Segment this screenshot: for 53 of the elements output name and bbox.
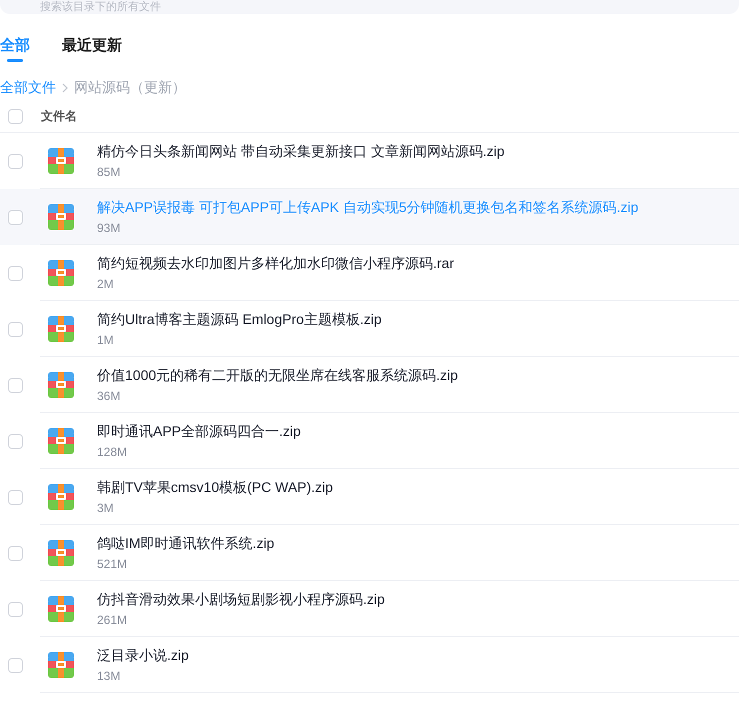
file-size: 521M (97, 557, 128, 571)
archive-icon (48, 652, 74, 678)
row-checkbox[interactable] (8, 154, 23, 168)
file-size: 2M (97, 277, 115, 291)
file-row[interactable]: 即时通讯APP全部源码四合一.zip 128M (0, 413, 739, 469)
archive-icon (48, 428, 74, 454)
row-checkbox[interactable] (8, 210, 23, 224)
file-row[interactable]: 泛目录小说.zip 13M (0, 637, 739, 693)
archive-icon (48, 372, 74, 398)
file-name[interactable]: 韩剧TV苹果cmsv10模板(PC WAP).zip (97, 479, 333, 497)
file-name[interactable]: 仿抖音滑动效果小剧场短剧影视小程序源码.zip (97, 591, 385, 609)
file-name[interactable]: 价值1000元的稀有二开版的无限坐席在线客服系统源码.zip (97, 367, 458, 385)
file-row[interactable]: 简约Ultra博客主题源码 EmlogPro主题模板.zip 1M (0, 301, 739, 357)
file-size: 13M (97, 669, 122, 683)
file-size: 93M (97, 221, 122, 235)
file-size: 85M (97, 165, 122, 179)
row-checkbox[interactable] (8, 546, 23, 560)
file-row[interactable]: 价值1000元的稀有二开版的无限坐席在线客服系统源码.zip 36M (0, 357, 739, 413)
archive-icon (48, 540, 74, 566)
row-checkbox[interactable] (8, 602, 23, 616)
file-size: 1M (97, 333, 115, 347)
file-name[interactable]: 简约Ultra博客主题源码 EmlogPro主题模板.zip (97, 311, 382, 329)
archive-icon (48, 260, 74, 286)
file-row[interactable]: 简约短视频去水印加图片多样化加水印微信小程序源码.rar 2M (0, 245, 739, 301)
file-name[interactable]: 泛目录小说.zip (97, 647, 189, 665)
row-checkbox[interactable] (8, 490, 23, 504)
row-checkbox[interactable] (8, 322, 23, 336)
file-row[interactable]: 鸽哒IM即时通讯软件系统.zip 521M (0, 525, 739, 581)
archive-icon (48, 596, 74, 622)
file-name[interactable]: 鸽哒IM即时通讯软件系统.zip (97, 535, 274, 553)
tab[interactable]: 最近更新 (62, 34, 122, 64)
file-name[interactable]: 简约短视频去水印加图片多样化加水印微信小程序源码.rar (97, 255, 454, 273)
archive-icon (48, 484, 74, 510)
file-name[interactable]: 精仿今日头条新闻网站 带自动采集更新接口 文章新闻网站源码.zip (97, 143, 505, 161)
select-all-checkbox[interactable] (8, 108, 23, 124)
file-size: 128M (97, 445, 128, 459)
archive-icon (48, 204, 74, 230)
archive-icon (48, 316, 74, 342)
search-field[interactable]: 搜索该目录下的所有文件 (0, 0, 739, 14)
row-checkbox[interactable] (8, 378, 23, 392)
column-header: 文件名 (41, 108, 77, 124)
chevron-right-icon (62, 83, 68, 93)
archive-icon (48, 148, 74, 174)
row-checkbox[interactable] (8, 434, 23, 448)
file-name[interactable]: 即时通讯APP全部源码四合一.zip (97, 423, 301, 441)
file-size: 36M (97, 389, 122, 403)
file-size: 261M (97, 613, 128, 627)
file-row[interactable]: 仿抖音滑动效果小剧场短剧影视小程序源码.zip 261M (0, 581, 739, 637)
row-checkbox[interactable] (8, 658, 23, 672)
file-row[interactable]: 精仿今日头条新闻网站 带自动采集更新接口 文章新闻网站源码.zip 85M (0, 133, 739, 189)
file-row[interactable]: 韩剧TV苹果cmsv10模板(PC WAP).zip 3M (0, 469, 739, 525)
file-size: 3M (97, 501, 115, 515)
row-checkbox[interactable] (8, 266, 23, 280)
